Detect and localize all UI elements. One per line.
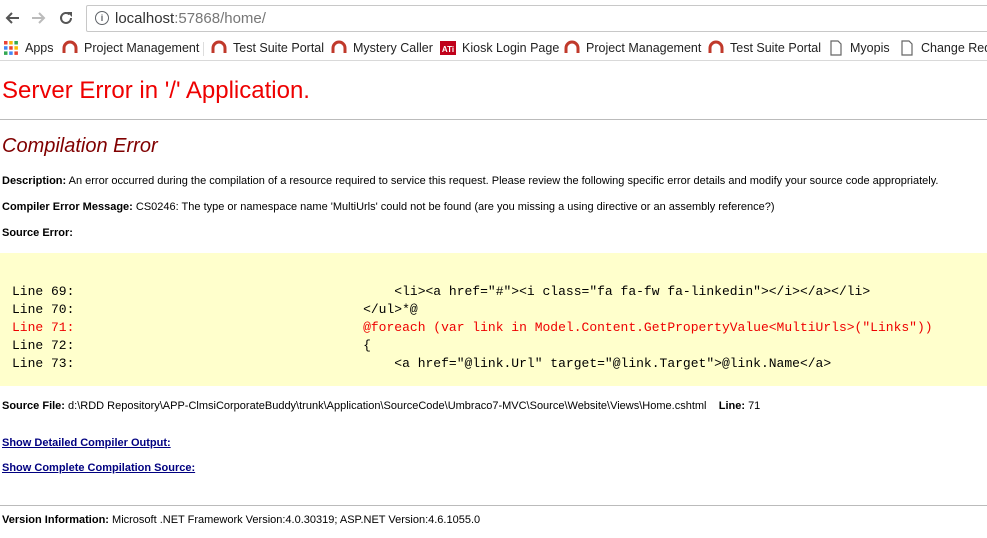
forward-arrow-icon[interactable] <box>29 8 49 28</box>
line-number: 71 <box>748 400 761 412</box>
source-code: Line 69: <li><a href="#"><i class="fa fa… <box>12 283 933 373</box>
bookmark-apps[interactable]: Apps <box>3 39 54 57</box>
page-title: Server Error in '/' Application. <box>2 77 310 104</box>
info-icon[interactable]: i <box>95 11 109 25</box>
version-text: Microsoft .NET Framework Version:4.0.303… <box>112 514 481 526</box>
show-compilation-source-link[interactable]: Show Complete Compilation Source: <box>2 462 195 474</box>
browser-toolbar: i localhost:57868/home/ <box>0 0 987 36</box>
bookmark-label: Test Suite Portal <box>730 41 822 55</box>
bookmark-label: Kiosk Login Page <box>462 41 560 55</box>
bookmark-change-requ[interactable]: Change Requ <box>899 39 987 57</box>
bookmark-project-management[interactable]: Project Management <box>62 39 199 57</box>
bookmark-label: Project Management <box>586 41 702 55</box>
url-text: localhost:57868/home/ <box>115 10 266 27</box>
bookmark-test-suite-portal-2[interactable]: Test Suite Portal <box>708 39 821 57</box>
version-label: Version Information: <box>2 514 109 526</box>
bookmark-label: Change Requ <box>921 41 987 55</box>
compiler-message-text: CS0246: The type or namespace name 'Mult… <box>135 201 775 213</box>
bookmark-divider <box>203 42 204 56</box>
redirect-icon <box>211 40 227 56</box>
description-text: An error occurred during the compilation… <box>68 175 939 187</box>
code-line: Line 73: <a href="@link.Url" target="@li… <box>12 356 832 371</box>
line-label: Line: <box>718 400 745 412</box>
error-subtitle: Compilation Error <box>2 135 158 157</box>
bookmark-label: Project Management <box>84 41 200 55</box>
source-file-path: d:\RDD Repository\APP-ClmsiCorporateBudd… <box>68 400 707 412</box>
code-line: Line 72: { <box>12 338 371 353</box>
show-compiler-output-link[interactable]: Show Detailed Compiler Output: <box>2 437 171 449</box>
footer-divider <box>0 505 987 506</box>
bookmarks-bar: Apps Project Management Test Suite Porta… <box>0 36 987 61</box>
title-divider <box>0 119 987 120</box>
ati-logo-icon: ATi <box>440 40 456 56</box>
redirect-icon <box>708 40 724 56</box>
compiler-message-label: Compiler Error Message: <box>2 201 133 213</box>
redirect-icon <box>564 40 580 56</box>
source-code-box: Line 69: <li><a href="#"><i class="fa fa… <box>0 253 987 386</box>
source-file-line: Source File: d:\RDD Repository\APP-Clmsi… <box>2 400 760 412</box>
description-line: Description: An error occurred during th… <box>2 175 938 187</box>
source-file-label: Source File: <box>2 400 65 412</box>
code-line: Line 70: </ul>*@ <box>12 302 418 317</box>
compiler-message-line: Compiler Error Message: CS0246: The type… <box>2 201 775 213</box>
page-icon <box>899 40 915 56</box>
version-line: Version Information: Microsoft .NET Fram… <box>2 514 480 526</box>
bookmark-project-management-2[interactable]: Project Management <box>564 39 701 57</box>
bookmark-label: Apps <box>25 41 54 55</box>
redirect-icon <box>62 40 78 56</box>
description-label: Description: <box>2 175 67 187</box>
svg-text:ATi: ATi <box>442 45 454 54</box>
apps-grid-icon <box>3 40 19 56</box>
bookmark-mystery-caller[interactable]: Mystery Caller <box>331 39 433 57</box>
bookmark-label: Myopis <box>850 41 890 55</box>
bookmark-kiosk-login-page[interactable]: ATi Kiosk Login Page <box>440 39 559 57</box>
source-error-label: Source Error: <box>2 227 73 239</box>
bookmark-label: Mystery Caller <box>353 41 433 55</box>
page-icon <box>828 40 844 56</box>
code-line: Line 69: <li><a href="#"><i class="fa fa… <box>12 284 871 299</box>
bookmark-myopis[interactable]: Myopis <box>828 39 890 57</box>
back-arrow-icon[interactable] <box>2 8 22 28</box>
source-error-line: Source Error: <box>2 227 73 239</box>
address-bar[interactable]: i localhost:57868/home/ <box>86 5 987 32</box>
code-line-error: Line 71: @foreach (var link in Model.Con… <box>12 320 933 335</box>
bookmark-label: Test Suite Portal <box>233 41 325 55</box>
redirect-icon <box>331 40 347 56</box>
bookmark-test-suite-portal[interactable]: Test Suite Portal <box>211 39 324 57</box>
reload-icon[interactable] <box>56 8 76 28</box>
